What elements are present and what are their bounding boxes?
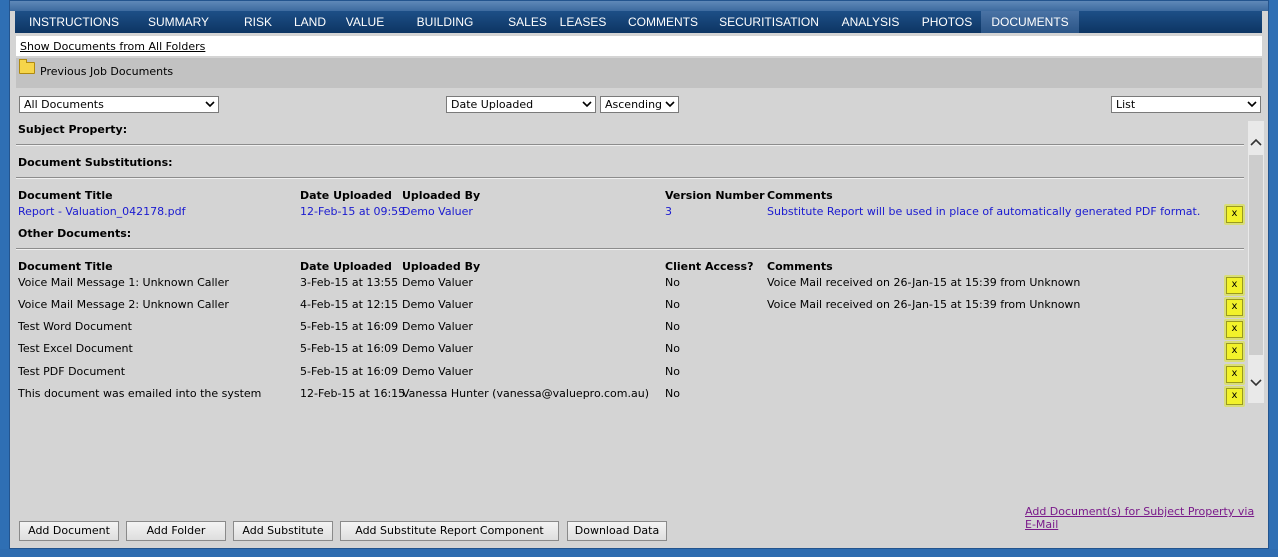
divider xyxy=(16,177,1244,179)
delete-button[interactable]: x xyxy=(1224,386,1245,407)
folder-icon[interactable] xyxy=(19,59,35,74)
chevron-down-icon xyxy=(582,101,592,108)
sub-document-comments[interactable]: Substitute Report will be used in place … xyxy=(767,205,1200,218)
scrollbar-thumb[interactable] xyxy=(1249,155,1263,355)
other-header-title: Document Title xyxy=(18,260,113,273)
sub-document-date[interactable]: 12-Feb-15 at 09:59 xyxy=(300,205,405,218)
sort-order-value: Ascending xyxy=(605,98,663,111)
document-date: 3-Feb-15 at 13:55 xyxy=(300,276,399,289)
document-uploader: Vanessa Hunter (vanessa@valuepro.com.au) xyxy=(402,387,649,400)
other-header-comments: Comments xyxy=(767,260,833,273)
view-mode-select[interactable]: List xyxy=(1111,96,1261,113)
document-uploader: Demo Valuer xyxy=(402,365,473,378)
chevron-down-icon xyxy=(665,101,675,108)
sub-header-by: Uploaded By xyxy=(402,189,481,202)
tab-risk[interactable]: RISK xyxy=(237,11,279,33)
document-filter-select[interactable]: All Documents xyxy=(19,96,219,113)
window-top-strip xyxy=(10,1,1268,11)
document-title[interactable]: This document was emailed into the syste… xyxy=(18,387,261,400)
document-title[interactable]: Voice Mail Message 2: Unknown Caller xyxy=(18,298,229,311)
document-date: 12-Feb-15 at 16:15 xyxy=(300,387,406,400)
chevron-up-icon[interactable] xyxy=(1250,137,1262,149)
view-mode-value: List xyxy=(1116,98,1136,111)
document-title[interactable]: Test Word Document xyxy=(18,320,132,333)
document-date: 5-Feb-15 at 16:09 xyxy=(300,342,399,355)
tab-sales[interactable]: SALES xyxy=(505,11,550,33)
sub-document-title[interactable]: Report - Valuation_042178.pdf xyxy=(18,205,186,218)
client-access: No xyxy=(665,320,680,333)
delete-button[interactable]: x xyxy=(1224,364,1245,385)
client-access: No xyxy=(665,387,680,400)
chevron-down-icon xyxy=(1247,101,1257,108)
sort-by-value: Date Uploaded xyxy=(451,98,534,111)
divider xyxy=(16,144,1244,146)
window-bottom-edge xyxy=(0,549,1278,557)
download-data-button[interactable]: Download Data xyxy=(567,521,667,541)
chevron-down-icon xyxy=(205,101,215,108)
document-title[interactable]: Test PDF Document xyxy=(18,365,125,378)
list-scrollbar[interactable] xyxy=(1248,121,1264,403)
tab-land[interactable]: LAND xyxy=(289,11,331,33)
document-filter-value: All Documents xyxy=(24,98,104,111)
tab-leases[interactable]: LEASES xyxy=(557,11,609,33)
tab-building[interactable]: BUILDING xyxy=(410,11,480,33)
tab-summary[interactable]: SUMMARY xyxy=(141,11,216,33)
sub-document-uploader[interactable]: Demo Valuer xyxy=(402,205,473,218)
substitutions-heading: Document Substitutions: xyxy=(18,156,173,169)
all-folders-bar: Show Documents from All Folders xyxy=(16,36,1262,56)
document-uploader: Demo Valuer xyxy=(402,298,473,311)
document-uploader: Demo Valuer xyxy=(402,342,473,355)
sort-order-select[interactable]: Ascending xyxy=(600,96,679,113)
other-header-date: Date Uploaded xyxy=(300,260,392,273)
sub-document-version[interactable]: 3 xyxy=(665,205,672,218)
folder-label[interactable]: Previous Job Documents xyxy=(40,65,173,78)
delete-button[interactable]: x xyxy=(1224,341,1245,362)
document-date: 5-Feb-15 at 16:09 xyxy=(300,320,399,333)
document-uploader: Demo Valuer xyxy=(402,320,473,333)
add-document-button[interactable]: Add Document xyxy=(19,521,119,541)
add-folder-button[interactable]: Add Folder xyxy=(126,521,226,541)
sub-header-version: Version Number xyxy=(665,189,765,202)
other-header-access: Client Access? xyxy=(665,260,754,273)
add-substitute-button[interactable]: Add Substitute xyxy=(233,521,333,541)
document-uploader: Demo Valuer xyxy=(402,276,473,289)
tab-bar: INSTRUCTIONS SUMMARY RISK LAND VALUE BUI… xyxy=(15,11,1262,33)
client-access: No xyxy=(665,365,680,378)
tab-comments[interactable]: COMMENTS xyxy=(623,11,703,33)
client-access: No xyxy=(665,298,680,311)
add-substitute-report-button[interactable]: Add Substitute Report Component xyxy=(340,521,559,541)
document-date: 5-Feb-15 at 16:09 xyxy=(300,365,399,378)
tab-documents[interactable]: DOCUMENTS xyxy=(981,11,1079,33)
sub-header-date: Date Uploaded xyxy=(300,189,392,202)
client-access: No xyxy=(665,276,680,289)
document-comments: Voice Mail received on 26-Jan-15 at 15:3… xyxy=(767,298,1081,311)
delete-button[interactable]: x xyxy=(1224,275,1245,296)
tab-analysis[interactable]: ANALYSIS xyxy=(838,11,903,33)
tab-instructions[interactable]: INSTRUCTIONS xyxy=(24,11,124,33)
sub-header-title: Document Title xyxy=(18,189,113,202)
delete-button[interactable]: x xyxy=(1224,204,1245,225)
sub-header-comments: Comments xyxy=(767,189,833,202)
tab-securitisation[interactable]: SECURITISATION xyxy=(715,11,823,33)
divider xyxy=(16,248,1244,250)
tab-photos[interactable]: PHOTOS xyxy=(918,11,976,33)
documents-window: INSTRUCTIONS SUMMARY RISK LAND VALUE BUI… xyxy=(9,0,1269,549)
folder-bar: Previous Job Documents xyxy=(16,58,1262,88)
document-title[interactable]: Voice Mail Message 1: Unknown Caller xyxy=(18,276,229,289)
document-title[interactable]: Test Excel Document xyxy=(18,342,133,355)
subject-property-heading: Subject Property: xyxy=(18,123,128,136)
other-header-by: Uploaded By xyxy=(402,260,481,273)
delete-button[interactable]: x xyxy=(1224,319,1245,340)
document-comments: Voice Mail received on 26-Jan-15 at 15:3… xyxy=(767,276,1081,289)
chevron-down-icon[interactable] xyxy=(1250,376,1262,388)
other-documents-heading: Other Documents: xyxy=(18,227,132,240)
delete-button[interactable]: x xyxy=(1224,297,1245,318)
tab-value[interactable]: VALUE xyxy=(341,11,389,33)
client-access: No xyxy=(665,342,680,355)
show-all-folders-link[interactable]: Show Documents from All Folders xyxy=(20,40,205,53)
sort-by-select[interactable]: Date Uploaded xyxy=(446,96,596,113)
document-date: 4-Feb-15 at 12:15 xyxy=(300,298,399,311)
add-via-email-link[interactable]: Add Document(s) for Subject Property via… xyxy=(1025,505,1268,531)
